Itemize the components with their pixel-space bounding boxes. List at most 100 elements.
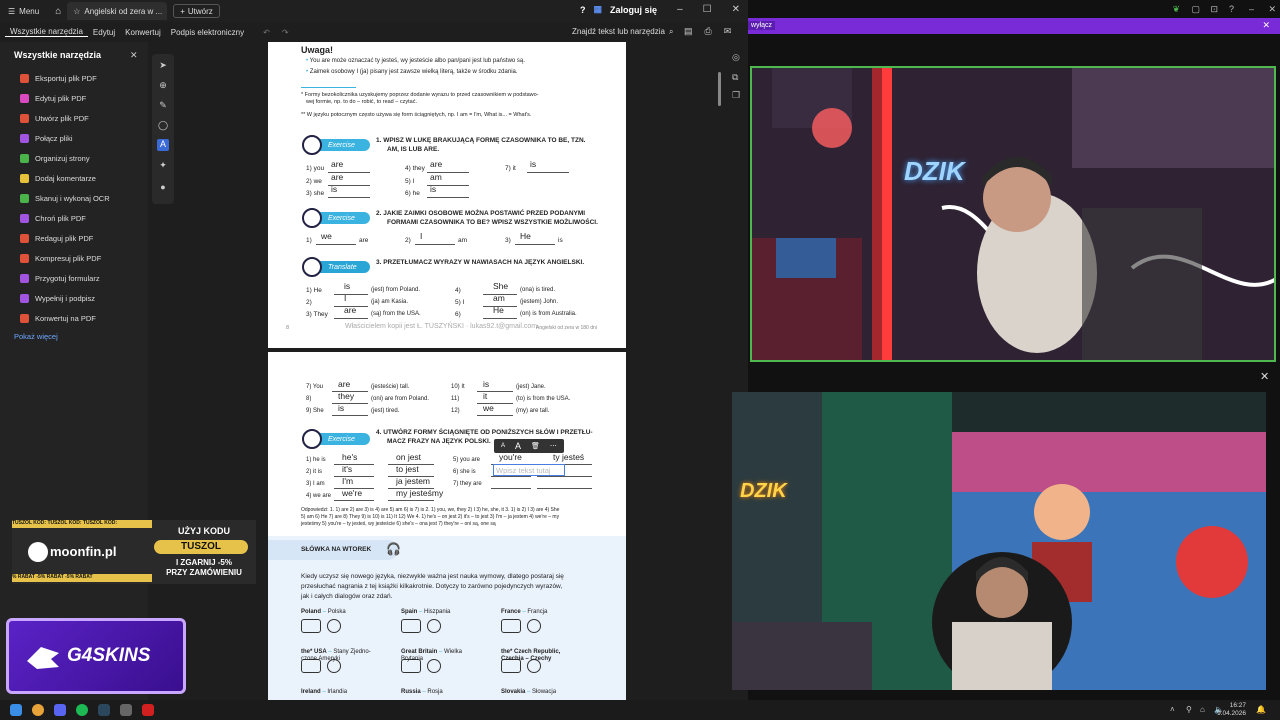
- ex1-answer[interactable]: are: [331, 159, 343, 169]
- close-icon[interactable]: ✕: [1268, 4, 1276, 15]
- show-more-link[interactable]: Pokaż więcej: [14, 332, 58, 341]
- help-circle-icon[interactable]: ?: [1229, 4, 1234, 14]
- text-box-icon[interactable]: A: [157, 139, 169, 151]
- tool-item[interactable]: Eksportuj plik PDF: [20, 74, 97, 83]
- ex4-translation[interactable]: ty jesteś: [553, 452, 584, 462]
- ex3-answer[interactable]: are: [344, 305, 356, 315]
- close-tab-icon[interactable]: ×: [166, 7, 167, 16]
- tool-item[interactable]: Konwertuj na PDF: [20, 314, 96, 323]
- ex3-answer[interactable]: am: [493, 293, 505, 303]
- minimize-icon[interactable]: –: [677, 4, 683, 15]
- close-icon[interactable]: ✕: [732, 4, 740, 15]
- tool-item[interactable]: Chroń plik PDF: [20, 214, 86, 223]
- tool-item[interactable]: Wypełnij i podpisz: [20, 294, 95, 303]
- row-answer[interactable]: is: [483, 379, 489, 389]
- leaf-icon[interactable]: ❦: [1172, 4, 1180, 15]
- row-answer[interactable]: is: [338, 403, 344, 413]
- document-tab[interactable]: ☆ Angielski od zera w ... ×: [67, 2, 168, 20]
- tool-item[interactable]: Utwórz plik PDF: [20, 114, 89, 123]
- print-icon[interactable]: ⎙: [705, 26, 712, 37]
- chrome-icon[interactable]: [32, 704, 44, 716]
- chevron-up-icon[interactable]: ˄: [1170, 705, 1175, 714]
- tool-item[interactable]: Organizuj strony: [20, 154, 90, 163]
- panel-close-icon[interactable]: ✕: [130, 50, 138, 61]
- stamp-icon[interactable]: ✦: [157, 160, 169, 172]
- tool-item[interactable]: Połącz pliki: [20, 134, 73, 143]
- tab-e-sign[interactable]: Podpis elektroniczny: [166, 28, 249, 37]
- tool-item[interactable]: Redaguj plik PDF: [20, 234, 93, 243]
- trash-icon[interactable]: 🗑: [531, 442, 540, 450]
- save-icon[interactable]: ▤: [684, 26, 693, 37]
- ex4-translation[interactable]: ja jestem: [396, 476, 430, 486]
- comment-icon[interactable]: ◎: [732, 52, 740, 63]
- select-cursor-icon[interactable]: ➤: [157, 60, 169, 72]
- ex1-answer[interactable]: is: [530, 159, 536, 169]
- ex2-answer[interactable]: He: [520, 231, 531, 241]
- ex3-answer[interactable]: She: [493, 281, 508, 291]
- tablet-icon[interactable]: ▢: [1191, 4, 1200, 15]
- minimize-icon[interactable]: –: [1249, 4, 1254, 14]
- ex4-translation[interactable]: on jest: [396, 452, 421, 462]
- star-icon[interactable]: ☆: [73, 7, 80, 16]
- ex4-translation[interactable]: to jest: [396, 464, 419, 474]
- pages-icon[interactable]: ❐: [732, 90, 740, 101]
- ex1-answer[interactable]: am: [430, 172, 442, 182]
- tool-item[interactable]: Edytuj plik PDF: [20, 94, 86, 103]
- usb-icon[interactable]: ⚲: [1186, 705, 1192, 714]
- bookmark-icon[interactable]: ⧉: [732, 72, 738, 83]
- tool-item[interactable]: Przygotuj formularz: [20, 274, 100, 283]
- small-font-icon[interactable]: A: [501, 443, 505, 449]
- lasso-icon[interactable]: ◯: [157, 120, 169, 132]
- menu-button[interactable]: ☰ Menu: [0, 7, 47, 16]
- steam-icon[interactable]: [98, 704, 110, 716]
- spotify-icon[interactable]: [76, 704, 88, 716]
- ex4-contraction[interactable]: you're: [499, 452, 522, 462]
- ex4-contraction[interactable]: it's: [342, 464, 352, 474]
- row-answer[interactable]: they: [338, 391, 354, 401]
- disable-label[interactable]: wyłącz: [748, 21, 776, 30]
- pen-icon[interactable]: ✎: [157, 100, 169, 112]
- network-icon[interactable]: ⌂: [1200, 705, 1205, 714]
- new-tab-button[interactable]: + Utwórz: [173, 4, 220, 18]
- mail-icon[interactable]: ✉: [724, 26, 732, 37]
- login-button[interactable]: Zaloguj się: [610, 5, 657, 15]
- tool-item[interactable]: Kompresuj plik PDF: [20, 254, 101, 263]
- tab-convert[interactable]: Konwertuj: [120, 28, 166, 37]
- apps-grid-icon[interactable]: ▦: [594, 4, 603, 15]
- close-icon[interactable]: ✕: [1262, 20, 1270, 31]
- more-options-icon[interactable]: ⋯: [550, 442, 557, 450]
- ex3-answer[interactable]: I: [344, 293, 346, 303]
- ex3-answer[interactable]: He: [493, 305, 504, 315]
- headphones-icon[interactable]: 🎧: [386, 542, 401, 556]
- close-cam2-icon[interactable]: ✕: [1260, 370, 1269, 383]
- tool-item[interactable]: Dodaj komentarze: [20, 174, 96, 183]
- ex1-answer[interactable]: is: [430, 184, 436, 194]
- large-font-icon[interactable]: A: [515, 441, 521, 451]
- tab-all-tools[interactable]: Wszystkie narzędzia: [5, 27, 88, 37]
- color-dot-icon[interactable]: ●: [157, 182, 169, 194]
- text-input-box[interactable]: Wpisz tekst tutaj: [493, 464, 565, 476]
- windows-start-icon[interactable]: [10, 704, 22, 716]
- ex3-answer[interactable]: is: [344, 281, 350, 291]
- ex1-answer[interactable]: are: [331, 172, 343, 182]
- help-icon[interactable]: ?: [580, 5, 586, 15]
- acrobat-icon[interactable]: [142, 704, 154, 716]
- obs-icon[interactable]: [120, 704, 132, 716]
- ex2-answer[interactable]: we: [321, 231, 332, 241]
- system-clock[interactable]: 16:27 9.04.2026: [1217, 702, 1246, 718]
- ex1-answer[interactable]: are: [430, 159, 442, 169]
- row-answer[interactable]: we: [483, 403, 494, 413]
- ex4-translation[interactable]: my jesteśmy: [396, 488, 443, 498]
- tool-item[interactable]: Skanuj i wykonaj OCR: [20, 194, 110, 203]
- redo-icon[interactable]: ↷: [282, 28, 289, 37]
- ex4-contraction[interactable]: I'm: [342, 476, 353, 486]
- tab-edit[interactable]: Edytuj: [88, 28, 120, 37]
- maximize-icon[interactable]: ☐: [703, 4, 712, 15]
- vertical-scrollbar[interactable]: [718, 72, 721, 106]
- row-answer[interactable]: are: [338, 379, 350, 389]
- ex1-answer[interactable]: is: [331, 184, 337, 194]
- home-icon[interactable]: ⌂: [55, 6, 61, 17]
- undo-icon[interactable]: ↶: [263, 28, 270, 37]
- ex4-contraction[interactable]: we're: [342, 488, 362, 498]
- ex4-contraction[interactable]: he's: [342, 452, 357, 462]
